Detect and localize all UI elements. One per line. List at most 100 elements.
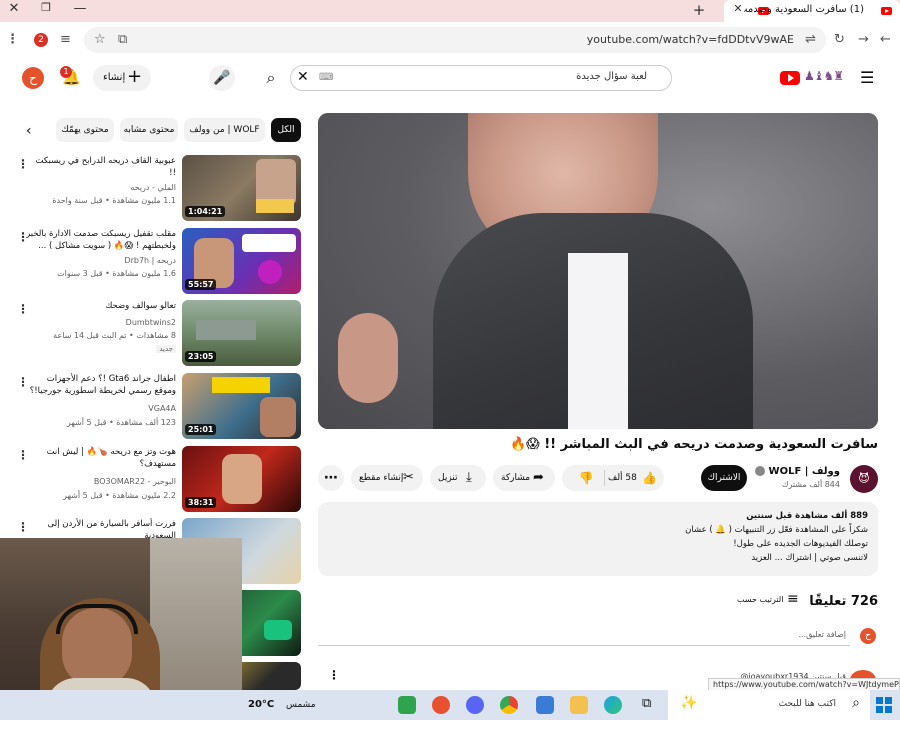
- video-channel[interactable]: Dumbtwins2: [126, 318, 176, 327]
- store-icon[interactable]: [536, 696, 554, 714]
- extensions-icon[interactable]: ≡: [60, 32, 71, 47]
- channel-name[interactable]: وولف | WOLF: [769, 466, 840, 477]
- back-icon[interactable]: ←: [880, 32, 891, 47]
- taskbar-search-placeholder: اكتب هنا للبحث: [778, 699, 836, 709]
- edge-icon[interactable]: [604, 696, 622, 714]
- weather-label[interactable]: مشمس: [286, 700, 316, 710]
- share-label: مشاركة: [501, 473, 531, 483]
- search-icon[interactable]: ⌕: [258, 65, 284, 91]
- temperature[interactable]: 20°C: [248, 699, 274, 710]
- app-icon[interactable]: [432, 696, 450, 714]
- hamburger-menu-icon[interactable]: ☰: [860, 68, 874, 87]
- like-dislike-group: 👎 58 ألف 👍: [562, 465, 664, 491]
- more-options-icon[interactable]: ⋮: [17, 448, 29, 462]
- browser-tab[interactable]: ✕ (1) سافرت السعودية وصدمت...: [724, 0, 900, 22]
- taskbar-search-box[interactable]: ✨ اكتب هنا للبحث ⌕: [668, 690, 870, 720]
- like-count[interactable]: 58 ألف: [608, 465, 637, 491]
- chip-from-channel[interactable]: من وولف | WOLF: [184, 118, 265, 142]
- chrome-icon[interactable]: [500, 696, 518, 714]
- add-comment-input[interactable]: إضافة تعليق...: [318, 630, 850, 646]
- file-explorer-icon[interactable]: [570, 696, 588, 714]
- close-window-icon[interactable]: ✕: [4, 1, 24, 16]
- video-thumbnail[interactable]: 25:01: [182, 373, 301, 439]
- thumbnail-caption: [212, 377, 270, 393]
- video-thumbnail[interactable]: 1:04:21: [182, 155, 301, 221]
- chip-all[interactable]: الكل: [271, 118, 301, 142]
- sidebar-video-item[interactable]: 1:04:21 عبوبية القاف دريحه الدرابح في ري…: [12, 155, 302, 223]
- commenter-avatar: ح: [860, 628, 876, 644]
- create-button[interactable]: + إنشاء: [93, 65, 151, 91]
- install-app-icon[interactable]: ⧉: [118, 32, 127, 47]
- forward-icon[interactable]: →: [858, 32, 869, 47]
- address-bar[interactable]: ☆ ⧉ youtube.com/watch?v=fdDDtvV9wAE ⇌: [84, 27, 826, 53]
- share-button[interactable]: مشاركة ➦: [493, 465, 555, 491]
- notification-count-badge: 1: [60, 66, 72, 78]
- subscribe-button[interactable]: الاشتراك: [701, 465, 747, 491]
- video-channel[interactable]: VGA4A: [148, 404, 176, 413]
- windows-start-icon[interactable]: [876, 697, 892, 713]
- voice-search-icon[interactable]: 🎤: [209, 65, 235, 91]
- dislike-icon[interactable]: 👎: [568, 465, 604, 491]
- description-box[interactable]: 889 ألف مشاهدة قبل سنتين شكراً على المشا…: [318, 502, 878, 576]
- youtube-logo[interactable]: ♟♝♞♜: [780, 69, 844, 87]
- profile-badge[interactable]: 2: [34, 33, 48, 47]
- sidebar-video-item[interactable]: 55:57 مقلب تقفيل ريسبكت صدمت الادارة بال…: [12, 228, 302, 296]
- chips-scroll-left-icon[interactable]: ‹: [26, 123, 32, 139]
- channel-name-row[interactable]: وولف | WOLF: [755, 466, 840, 477]
- scissors-icon: ✂: [403, 470, 414, 485]
- site-settings-icon[interactable]: ⇌: [805, 32, 816, 47]
- thumbnail-building: [196, 320, 256, 340]
- video-duration: 55:57: [185, 279, 217, 290]
- video-channel[interactable]: الملي - دريحه: [130, 183, 176, 192]
- like-icon[interactable]: 👍: [642, 465, 657, 491]
- browser-title-bar: ✕ ❐ — + ✕ (1) سافرت السعودية وصدمت...: [0, 0, 900, 22]
- more-actions-icon[interactable]: ⋯: [318, 465, 344, 491]
- video-duration: 38:31: [185, 497, 217, 508]
- logo-figures-icon: ♟♝♞♜: [804, 69, 844, 83]
- sidebar-video-item[interactable]: 38:31 هوت وتز مع دريحه 🍗🔥 | ليش انت مسته…: [12, 446, 302, 514]
- keyboard-icon[interactable]: ⌨: [319, 72, 333, 83]
- search-icon: ⌕: [852, 695, 860, 711]
- play-triangle-icon: [788, 74, 794, 82]
- video-channel[interactable]: البوحير - BO3OMAR22: [94, 477, 176, 486]
- more-options-icon[interactable]: ⋮: [17, 302, 29, 316]
- new-tab-icon[interactable]: +: [689, 1, 709, 19]
- chip-recommended[interactable]: محتوى يهمّك: [56, 118, 114, 142]
- video-duration: 23:05: [185, 351, 217, 362]
- bookmark-star-icon[interactable]: ☆: [94, 32, 106, 47]
- video-channel[interactable]: دريحه | Drb7h: [124, 256, 176, 265]
- thumbnail-caption: [256, 199, 294, 213]
- sidebar-video-item[interactable]: 25:01 اطفال جراند Gta6 !؟ دعم الأجهزات و…: [12, 373, 302, 441]
- sidebar-video-item[interactable]: 23:05 تعالو سوالف وضحك Dumbtwins2 8 مشاه…: [12, 300, 302, 368]
- browser-toolbar: ⋮ 2 ≡ ☆ ⧉ youtube.com/watch?v=fdDDtvV9wA…: [0, 22, 900, 58]
- discord-icon[interactable]: [466, 696, 484, 714]
- task-view-icon[interactable]: ⧉: [642, 696, 651, 711]
- more-options-icon[interactable]: ⋮: [17, 520, 29, 534]
- description-more[interactable]: لاتنسى صوتي | اشتراك ... العزيد: [751, 553, 868, 563]
- video-thumbnail[interactable]: 38:31: [182, 446, 301, 512]
- more-options-icon[interactable]: ⋮: [17, 375, 29, 389]
- tab-title: (1) سافرت السعودية وصدمت...: [744, 4, 864, 15]
- chip-related[interactable]: محتوى مشابه: [120, 118, 178, 142]
- more-options-icon[interactable]: ⋮: [17, 157, 29, 171]
- video-thumbnail[interactable]: 23:05: [182, 300, 301, 366]
- account-avatar[interactable]: ح: [22, 67, 44, 89]
- search-input[interactable]: ✕ ⌨ لعبة سؤال جديدة: [290, 65, 672, 91]
- more-options-icon[interactable]: ⋮: [17, 230, 29, 244]
- reload-icon[interactable]: ↻: [834, 32, 845, 47]
- clip-button[interactable]: إنشاء مقطع ✂: [351, 465, 423, 491]
- sort-comments-button[interactable]: الترتيب حسب ≡: [737, 591, 807, 611]
- browser-menu-icon[interactable]: ⋮: [6, 32, 19, 47]
- app-icon[interactable]: [398, 696, 416, 714]
- plus-icon: +: [127, 66, 143, 87]
- channel-avatar[interactable]: 😈: [850, 465, 878, 493]
- download-button[interactable]: تنزيل ⤓: [430, 465, 486, 491]
- minimize-window-icon[interactable]: —: [70, 1, 90, 16]
- windows-logo-pane: [876, 706, 883, 713]
- comment-options-icon[interactable]: ⋮: [328, 668, 340, 682]
- clear-search-icon[interactable]: ✕: [297, 69, 309, 85]
- video-player[interactable]: [318, 113, 878, 429]
- restore-window-icon[interactable]: ❐: [36, 1, 56, 14]
- youtube-header: ح 🔔 1 + إنشاء 🎤 ⌕ ✕ ⌨ لعبة سؤال جديدة ♟♝…: [0, 58, 900, 98]
- video-thumbnail[interactable]: 55:57: [182, 228, 301, 294]
